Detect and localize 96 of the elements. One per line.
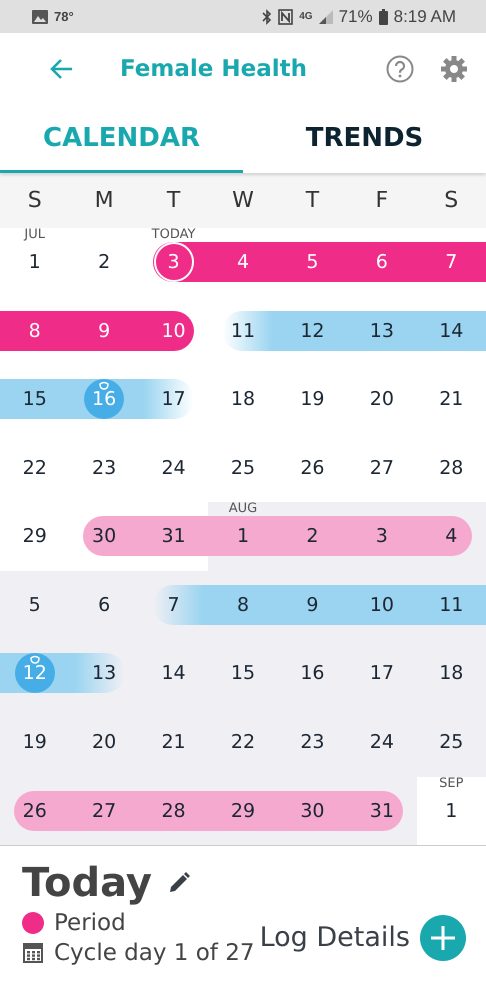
day-number[interactable]: 30 <box>69 516 139 556</box>
day-number[interactable]: 7 <box>138 584 208 625</box>
weekday-label: S <box>26 188 43 213</box>
day-number[interactable]: 30 <box>278 790 348 830</box>
month-label: AUG <box>228 502 258 516</box>
day-number[interactable]: 31 <box>347 790 417 830</box>
day-number[interactable]: 20 <box>69 722 139 762</box>
day-number[interactable]: 6 <box>347 242 417 282</box>
day-number[interactable]: 21 <box>416 379 486 420</box>
weekday-label: T <box>304 188 320 213</box>
today-marker <box>154 242 194 282</box>
day-number[interactable]: 26 <box>0 790 70 830</box>
day-number[interactable]: 14 <box>416 310 486 351</box>
month-label: TODAY <box>150 228 196 242</box>
day-number[interactable]: 19 <box>0 722 70 762</box>
day-number[interactable]: 6 <box>69 584 139 625</box>
day-number[interactable]: 24 <box>138 448 208 488</box>
day-number[interactable]: 21 <box>138 722 208 762</box>
day-number[interactable]: 7 <box>416 242 486 282</box>
day-number[interactable]: 25 <box>416 722 486 762</box>
tab[interactable]: TRENDS <box>243 105 486 173</box>
day-number[interactable]: 22 <box>0 448 70 488</box>
day-number[interactable]: 17 <box>347 653 417 694</box>
day-number[interactable]: 5 <box>278 242 348 282</box>
day-number[interactable]: 31 <box>138 516 208 556</box>
cycle-day: Cycle day 1 of 27 <box>54 940 254 966</box>
bluetooth-icon <box>262 8 272 24</box>
day-number[interactable]: 3 <box>347 516 417 556</box>
nfc-icon <box>278 8 294 24</box>
screen-title: Female Health <box>120 56 308 82</box>
day-number[interactable]: 2 <box>278 516 348 556</box>
weekday-label: F <box>374 188 390 213</box>
weekday-label: S <box>443 188 460 213</box>
legend-label: Period <box>54 910 126 936</box>
day-number[interactable]: 18 <box>208 379 278 420</box>
day-number[interactable]: 13 <box>347 310 417 351</box>
egg-icon <box>30 655 40 664</box>
day-number[interactable]: 4 <box>416 516 486 556</box>
day-number[interactable]: 14 <box>138 653 208 694</box>
day-number[interactable]: 10 <box>138 310 208 351</box>
weekday-label: T <box>166 188 182 213</box>
signal-icon <box>318 10 333 24</box>
day-number[interactable]: 15 <box>0 379 70 420</box>
day-number[interactable]: 19 <box>278 379 348 420</box>
day-number[interactable]: 27 <box>69 790 139 830</box>
day-number[interactable]: 9 <box>278 584 348 625</box>
day-number[interactable]: 8 <box>0 310 70 351</box>
weekday-label: M <box>94 188 115 213</box>
calendar-icon <box>22 942 44 964</box>
settings-icon[interactable] <box>440 55 468 83</box>
day-number[interactable]: 25 <box>208 448 278 488</box>
day-number[interactable]: 10 <box>347 584 417 625</box>
day-number[interactable]: 2 <box>69 242 139 282</box>
day-number[interactable]: 11 <box>416 584 486 625</box>
temperature: 78° <box>54 9 74 24</box>
help-icon[interactable] <box>386 55 414 83</box>
log-details-button[interactable]: Log Details <box>260 914 466 960</box>
day-number[interactable]: 15 <box>208 653 278 694</box>
day-number[interactable]: 3 <box>138 242 208 282</box>
day-number[interactable]: 9 <box>69 310 139 351</box>
day-number[interactable]: 28 <box>138 790 208 830</box>
weekday-label: W <box>231 188 255 213</box>
day-number[interactable]: 8 <box>208 584 278 625</box>
network-type: 4G <box>299 11 313 22</box>
day-number[interactable]: 29 <box>0 516 70 556</box>
day-number[interactable]: 28 <box>416 448 486 488</box>
day-number[interactable]: 16 <box>278 653 348 694</box>
day-number[interactable]: 1 <box>208 516 278 556</box>
month-label: SEP <box>438 776 464 790</box>
day-number[interactable]: 1 <box>0 242 70 282</box>
picture-icon <box>32 10 48 24</box>
day-number[interactable]: 12 <box>278 310 348 351</box>
day-number[interactable]: 22 <box>208 722 278 762</box>
back-arrow-icon[interactable] <box>50 58 74 80</box>
day-number[interactable]: 5 <box>0 584 70 625</box>
day-number[interactable]: 18 <box>416 653 486 694</box>
day-number[interactable]: 23 <box>278 722 348 762</box>
egg-icon <box>99 381 110 390</box>
day-number[interactable]: 17 <box>138 379 208 420</box>
clock: 8:19 AM <box>394 6 456 26</box>
day-title: Today <box>22 860 152 906</box>
day-number[interactable]: 13 <box>69 653 139 694</box>
battery-icon <box>378 8 388 24</box>
day-number[interactable]: 11 <box>208 310 278 351</box>
day-number[interactable]: 27 <box>347 448 417 488</box>
battery-level: 71% <box>338 6 373 26</box>
day-number[interactable]: 1 <box>416 790 486 830</box>
day-number[interactable]: 26 <box>278 448 348 488</box>
day-number[interactable]: 20 <box>347 379 417 420</box>
pencil-icon[interactable] <box>168 872 190 894</box>
month-label: JUL <box>22 228 46 242</box>
day-number[interactable]: 24 <box>347 722 417 762</box>
day-number[interactable]: 23 <box>69 448 139 488</box>
day-number[interactable]: 4 <box>208 242 278 282</box>
plus-icon <box>420 914 466 960</box>
day-number[interactable]: 29 <box>208 790 278 830</box>
